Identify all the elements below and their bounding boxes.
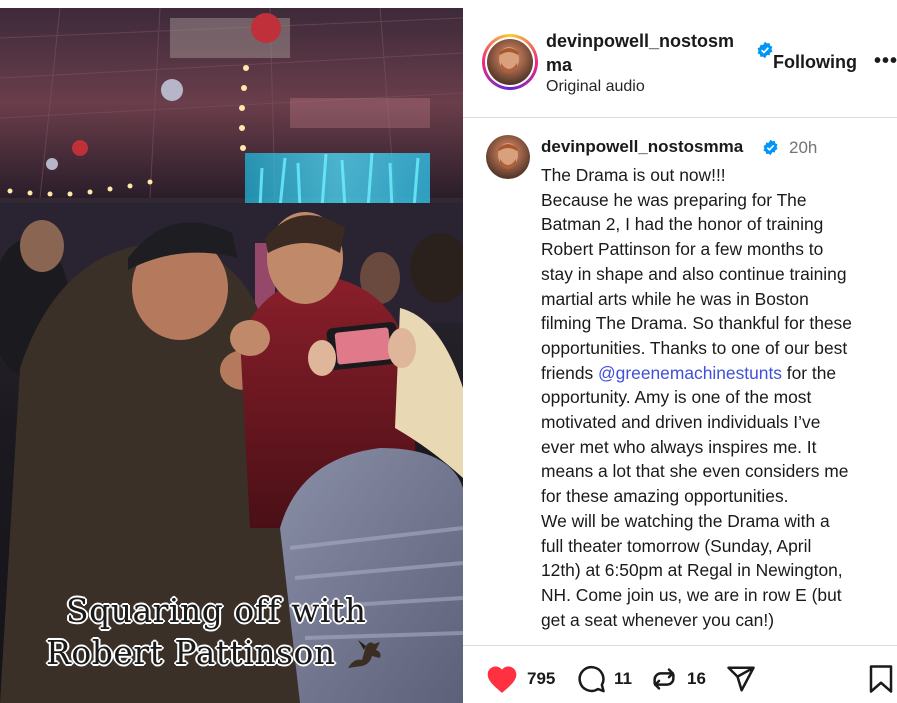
caption-line: filming The Drama. So thankful for these — [541, 313, 852, 334]
comment-count[interactable]: 11 — [614, 669, 632, 689]
like-button[interactable]: 795 — [485, 664, 555, 694]
avatar — [487, 39, 533, 85]
verified-badge-icon — [762, 139, 779, 161]
caption-line: motivated and driven individuals I’ve — [541, 412, 821, 433]
caption-line: get a seat whenever you can!) — [541, 609, 774, 630]
caption-line-with-mention: friends @greenemachinestunts for the — [541, 361, 891, 386]
caption-line: Because he was preparing for The — [541, 189, 807, 210]
heart-icon — [487, 666, 517, 693]
more-options-icon[interactable]: ••• — [874, 50, 897, 73]
avatar-face-icon — [499, 47, 519, 73]
caption-line: Robert Pattinson for a few months to — [541, 239, 824, 260]
caption-line: stay in shape and also continue training — [541, 263, 847, 284]
comment-button[interactable]: 11 — [576, 664, 632, 694]
like-count[interactable]: 795 — [527, 669, 555, 689]
mention-prefix: friends — [541, 362, 599, 383]
caption-line: opportunity. Amy is one of the most — [541, 387, 812, 408]
caption-line: ever met who always inspires me. It — [541, 436, 817, 457]
avatar-face-icon — [498, 143, 518, 169]
original-audio-link[interactable]: Original audio — [546, 78, 645, 96]
repost-count[interactable]: 16 — [687, 669, 706, 689]
post-caption: devinpowell_nostosmma 20h The Drama is o… — [463, 118, 897, 646]
repost-icon — [653, 668, 675, 690]
bookmark-icon — [869, 665, 893, 693]
reel-video[interactable]: Squaring off with Robert Pattinson — [0, 8, 463, 703]
story-ring-avatar[interactable] — [482, 34, 538, 90]
post-header: devinpowell_nostosmma Following ••• Orig… — [463, 8, 897, 118]
verified-badge-icon — [756, 41, 774, 64]
following-button[interactable]: Following — [773, 52, 857, 73]
caption-line: martial arts while he was in Boston — [541, 288, 809, 309]
caption-line: 12th) at 6:50pm at Regal in Newington, — [541, 560, 843, 581]
caption-username[interactable]: devinpowell_nostosmma — [541, 137, 743, 157]
comment-icon — [578, 665, 605, 693]
mention-link[interactable]: @greenemachinestunts — [598, 363, 782, 383]
header-username[interactable]: devinpowell_nostosmma — [546, 29, 746, 77]
caption-line: We will be watching the Drama with a — [541, 510, 830, 531]
save-button[interactable] — [868, 664, 894, 694]
share-button[interactable] — [725, 664, 757, 694]
action-bar: 795 11 16 — [463, 646, 897, 703]
send-icon — [727, 666, 755, 692]
video-caption: Squaring off with Robert Pattinson — [46, 590, 456, 674]
caption-line-2-text: Robert Pattinson — [46, 633, 336, 672]
caption-line: Batman 2, I had the honor of training — [541, 214, 824, 235]
caption-line: means a lot that she even considers me — [541, 461, 849, 482]
caption-line: for these amazing opportunities. — [541, 486, 789, 507]
mention-suffix: for the — [781, 362, 837, 383]
caption-line-2: Robert Pattinson — [46, 633, 384, 672]
repost-button[interactable]: 16 — [649, 664, 706, 694]
caption-line: The Drama is out now!!! — [541, 165, 726, 185]
caption-line: full theater tomorrow (Sunday, April — [541, 535, 812, 556]
dragon-icon — [347, 640, 381, 668]
post-side-panel: devinpowell_nostosmma Following ••• Orig… — [463, 0, 897, 703]
post-timestamp[interactable]: 20h — [789, 138, 817, 158]
caption-line: NH. Come join us, we are in row E (but — [541, 584, 842, 605]
caption-text: The Drama is out now!!! Because he was p… — [541, 163, 891, 632]
caption-line: opportunities. Thanks to one of our best — [541, 337, 848, 358]
caption-line-1: Squaring off with — [66, 591, 367, 630]
caption-avatar[interactable] — [486, 135, 530, 179]
